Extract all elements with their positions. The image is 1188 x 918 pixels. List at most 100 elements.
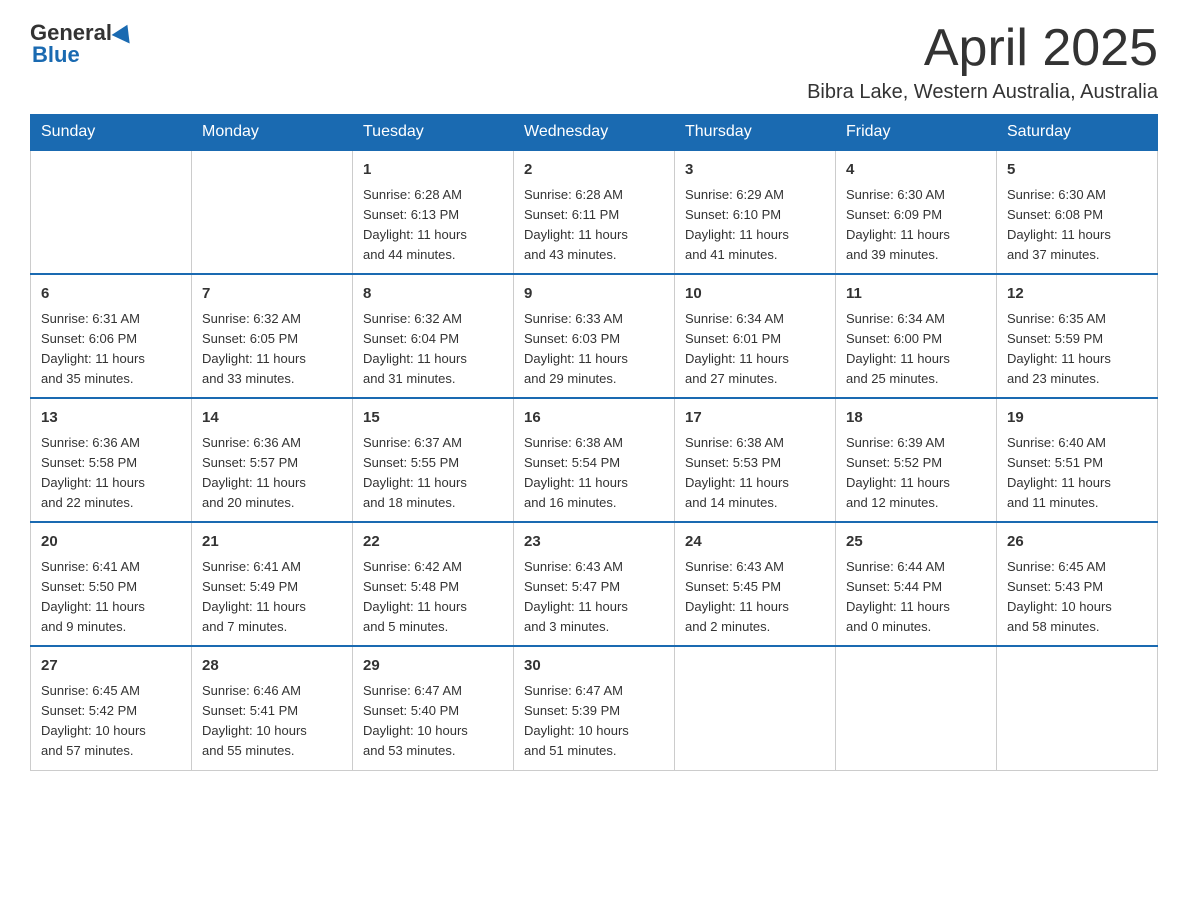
- location-title: Bibra Lake, Western Australia, Australia: [807, 81, 1158, 104]
- day-info: Sunrise: 6:42 AM Sunset: 5:48 PM Dayligh…: [363, 557, 503, 638]
- logo-triangle-icon: [111, 21, 136, 44]
- calendar-cell: 17 Sunrise: 6:38 AM Sunset: 5:53 PM Dayli…: [675, 398, 836, 522]
- column-header-thursday: Thursday: [675, 115, 836, 151]
- day-info: Sunrise: 6:36 AM Sunset: 5:58 PM Dayligh…: [41, 433, 181, 514]
- logo-blue-text: Blue: [32, 42, 80, 67]
- day-info: Sunrise: 6:34 AM Sunset: 6:00 PM Dayligh…: [846, 309, 986, 390]
- calendar-cell: 22 Sunrise: 6:42 AM Sunset: 5:48 PM Dayli…: [353, 522, 514, 646]
- day-number: 23: [524, 531, 664, 554]
- calendar-cell: [997, 646, 1158, 770]
- day-info: Sunrise: 6:39 AM Sunset: 5:52 PM Dayligh…: [846, 433, 986, 514]
- day-number: 16: [524, 407, 664, 430]
- day-number: 27: [41, 655, 181, 678]
- calendar-cell: [836, 646, 997, 770]
- day-info: Sunrise: 6:45 AM Sunset: 5:42 PM Dayligh…: [41, 681, 181, 762]
- calendar-cell: 8 Sunrise: 6:32 AM Sunset: 6:04 PM Daylig…: [353, 274, 514, 398]
- calendar-cell: [192, 150, 353, 274]
- day-number: 29: [363, 655, 503, 678]
- day-info: Sunrise: 6:35 AM Sunset: 5:59 PM Dayligh…: [1007, 309, 1147, 390]
- day-info: Sunrise: 6:32 AM Sunset: 6:04 PM Dayligh…: [363, 309, 503, 390]
- day-number: 22: [363, 531, 503, 554]
- day-number: 19: [1007, 407, 1147, 430]
- day-number: 30: [524, 655, 664, 678]
- calendar-header-row: SundayMondayTuesdayWednesdayThursdayFrid…: [31, 115, 1158, 151]
- column-header-friday: Friday: [836, 115, 997, 151]
- day-number: 8: [363, 283, 503, 306]
- day-info: Sunrise: 6:40 AM Sunset: 5:51 PM Dayligh…: [1007, 433, 1147, 514]
- calendar-cell: 5Sunrise: 6:30 AM Sunset: 6:08 PM Daylig…: [997, 150, 1158, 274]
- day-number: 20: [41, 531, 181, 554]
- day-info: Sunrise: 6:43 AM Sunset: 5:47 PM Dayligh…: [524, 557, 664, 638]
- logo: General Blue: [30, 20, 134, 68]
- month-title: April 2025: [807, 20, 1158, 77]
- page-header: General Blue April 2025 Bibra Lake, West…: [30, 20, 1158, 104]
- calendar-cell: 15Sunrise: 6:37 AM Sunset: 5:55 PM Dayli…: [353, 398, 514, 522]
- day-info: Sunrise: 6:38 AM Sunset: 5:54 PM Dayligh…: [524, 433, 664, 514]
- calendar-cell: 4 Sunrise: 6:30 AM Sunset: 6:09 PM Daylig…: [836, 150, 997, 274]
- day-info: Sunrise: 6:43 AM Sunset: 5:45 PM Dayligh…: [685, 557, 825, 638]
- day-number: 28: [202, 655, 342, 678]
- day-info: Sunrise: 6:45 AM Sunset: 5:43 PM Dayligh…: [1007, 557, 1147, 638]
- calendar-cell: 2Sunrise: 6:28 AM Sunset: 6:11 PM Daylig…: [514, 150, 675, 274]
- calendar-cell: 1 Sunrise: 6:28 AM Sunset: 6:13 PM Daylig…: [353, 150, 514, 274]
- day-number: 14: [202, 407, 342, 430]
- calendar-cell: 10Sunrise: 6:34 AM Sunset: 6:01 PM Dayli…: [675, 274, 836, 398]
- calendar-cell: 6 Sunrise: 6:31 AM Sunset: 6:06 PM Daylig…: [31, 274, 192, 398]
- day-number: 21: [202, 531, 342, 554]
- day-number: 11: [846, 283, 986, 306]
- day-number: 13: [41, 407, 181, 430]
- day-info: Sunrise: 6:41 AM Sunset: 5:50 PM Dayligh…: [41, 557, 181, 638]
- calendar-cell: 18 Sunrise: 6:39 AM Sunset: 5:52 PM Dayli…: [836, 398, 997, 522]
- day-number: 2: [524, 159, 664, 182]
- day-number: 12: [1007, 283, 1147, 306]
- calendar-cell: 20 Sunrise: 6:41 AM Sunset: 5:50 PM Dayli…: [31, 522, 192, 646]
- day-number: 18: [846, 407, 986, 430]
- day-number: 17: [685, 407, 825, 430]
- calendar-cell: [675, 646, 836, 770]
- day-info: Sunrise: 6:28 AM Sunset: 6:13 PM Dayligh…: [363, 185, 503, 266]
- day-number: 4: [846, 159, 986, 182]
- day-info: Sunrise: 6:46 AM Sunset: 5:41 PM Dayligh…: [202, 681, 342, 762]
- week-row-2: 6 Sunrise: 6:31 AM Sunset: 6:06 PM Daylig…: [31, 274, 1158, 398]
- column-header-tuesday: Tuesday: [353, 115, 514, 151]
- calendar-cell: 13 Sunrise: 6:36 AM Sunset: 5:58 PM Dayli…: [31, 398, 192, 522]
- day-info: Sunrise: 6:34 AM Sunset: 6:01 PM Dayligh…: [685, 309, 825, 390]
- column-header-monday: Monday: [192, 115, 353, 151]
- week-row-1: 1 Sunrise: 6:28 AM Sunset: 6:13 PM Daylig…: [31, 150, 1158, 274]
- calendar-cell: 26Sunrise: 6:45 AM Sunset: 5:43 PM Dayli…: [997, 522, 1158, 646]
- calendar-cell: [31, 150, 192, 274]
- calendar-cell: 25Sunrise: 6:44 AM Sunset: 5:44 PM Dayli…: [836, 522, 997, 646]
- week-row-3: 13 Sunrise: 6:36 AM Sunset: 5:58 PM Dayli…: [31, 398, 1158, 522]
- week-row-4: 20 Sunrise: 6:41 AM Sunset: 5:50 PM Dayli…: [31, 522, 1158, 646]
- day-info: Sunrise: 6:47 AM Sunset: 5:40 PM Dayligh…: [363, 681, 503, 762]
- calendar-cell: 21Sunrise: 6:41 AM Sunset: 5:49 PM Dayli…: [192, 522, 353, 646]
- week-row-5: 27 Sunrise: 6:45 AM Sunset: 5:42 PM Dayli…: [31, 646, 1158, 770]
- calendar-cell: 29 Sunrise: 6:47 AM Sunset: 5:40 PM Dayli…: [353, 646, 514, 770]
- column-header-saturday: Saturday: [997, 115, 1158, 151]
- header-right: April 2025 Bibra Lake, Western Australia…: [807, 20, 1158, 104]
- day-info: Sunrise: 6:36 AM Sunset: 5:57 PM Dayligh…: [202, 433, 342, 514]
- day-info: Sunrise: 6:30 AM Sunset: 6:08 PM Dayligh…: [1007, 185, 1147, 266]
- day-info: Sunrise: 6:38 AM Sunset: 5:53 PM Dayligh…: [685, 433, 825, 514]
- day-number: 1: [363, 159, 503, 182]
- day-number: 9: [524, 283, 664, 306]
- calendar-cell: 19 Sunrise: 6:40 AM Sunset: 5:51 PM Dayli…: [997, 398, 1158, 522]
- day-info: Sunrise: 6:30 AM Sunset: 6:09 PM Dayligh…: [846, 185, 986, 266]
- calendar-cell: 16 Sunrise: 6:38 AM Sunset: 5:54 PM Dayli…: [514, 398, 675, 522]
- day-number: 6: [41, 283, 181, 306]
- day-info: Sunrise: 6:31 AM Sunset: 6:06 PM Dayligh…: [41, 309, 181, 390]
- calendar-cell: 9 Sunrise: 6:33 AM Sunset: 6:03 PM Daylig…: [514, 274, 675, 398]
- column-header-sunday: Sunday: [31, 115, 192, 151]
- day-number: 24: [685, 531, 825, 554]
- calendar-table: SundayMondayTuesdayWednesdayThursdayFrid…: [30, 114, 1158, 770]
- calendar-cell: 7 Sunrise: 6:32 AM Sunset: 6:05 PM Daylig…: [192, 274, 353, 398]
- day-info: Sunrise: 6:33 AM Sunset: 6:03 PM Dayligh…: [524, 309, 664, 390]
- day-info: Sunrise: 6:32 AM Sunset: 6:05 PM Dayligh…: [202, 309, 342, 390]
- calendar-cell: 23 Sunrise: 6:43 AM Sunset: 5:47 PM Dayli…: [514, 522, 675, 646]
- calendar-cell: 3Sunrise: 6:29 AM Sunset: 6:10 PM Daylig…: [675, 150, 836, 274]
- calendar-cell: 28 Sunrise: 6:46 AM Sunset: 5:41 PM Dayli…: [192, 646, 353, 770]
- calendar-cell: 11 Sunrise: 6:34 AM Sunset: 6:00 PM Dayli…: [836, 274, 997, 398]
- day-info: Sunrise: 6:44 AM Sunset: 5:44 PM Dayligh…: [846, 557, 986, 638]
- calendar-cell: 24 Sunrise: 6:43 AM Sunset: 5:45 PM Dayli…: [675, 522, 836, 646]
- day-number: 7: [202, 283, 342, 306]
